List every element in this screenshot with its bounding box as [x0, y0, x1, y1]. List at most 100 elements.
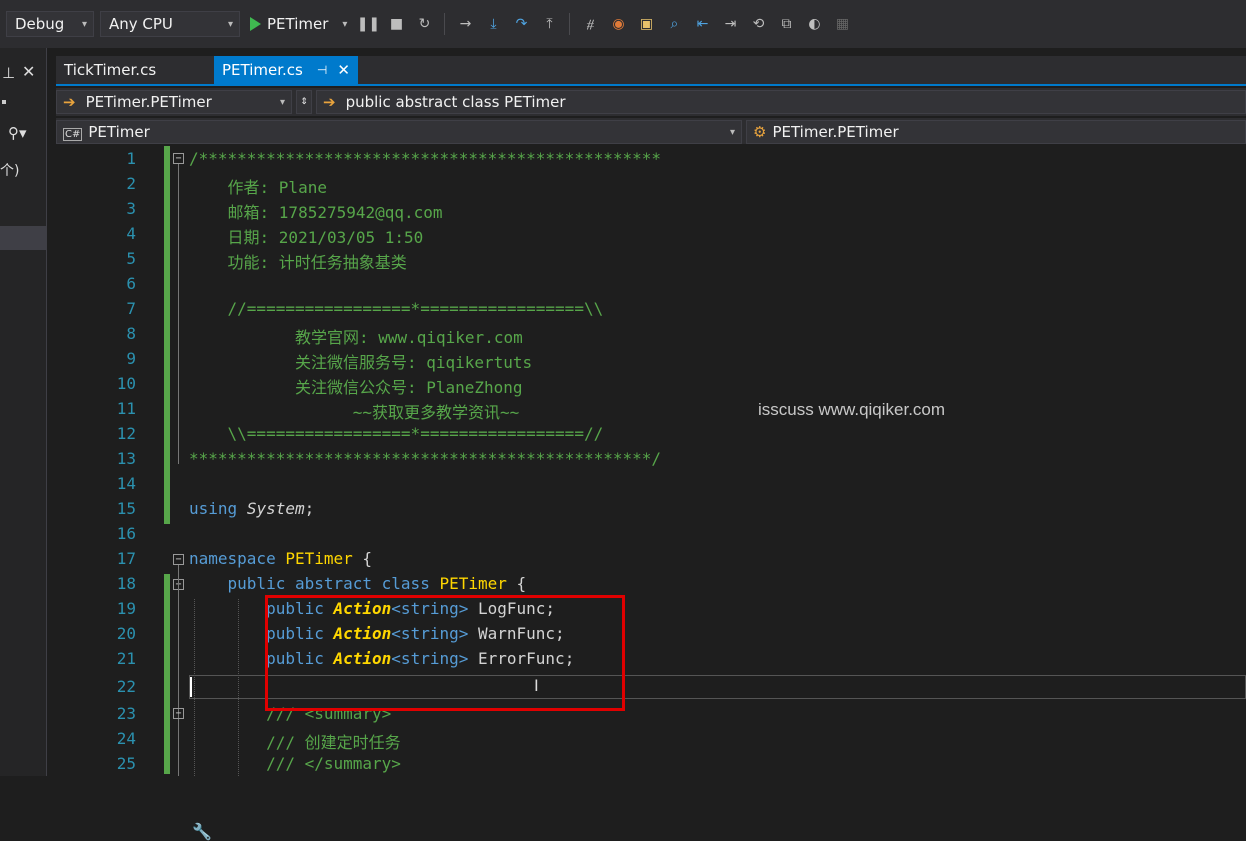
- toggle-icon[interactable]: ◐: [803, 11, 825, 37]
- chevron-down-icon: ▾: [279, 96, 285, 108]
- find-icon[interactable]: ⌕: [663, 11, 685, 37]
- quick-actions-icon[interactable]: 🔧: [192, 822, 212, 841]
- line-number: 23: [116, 704, 136, 723]
- line-number: 5: [126, 249, 136, 268]
- code-line: 教学官网: www.qiqiker.com: [189, 328, 523, 347]
- line-number: 14: [116, 474, 136, 493]
- code-line: using System;: [189, 499, 314, 518]
- code-line: ~~获取更多教学资讯~~: [189, 403, 520, 422]
- close-icon[interactable]: ✕: [337, 61, 350, 79]
- tab-label: PETimer.cs: [222, 61, 303, 79]
- code-editor[interactable]: 1 2 3 4 5 6 7 8 9 10 11 12 13 14 15 16 1…: [56, 146, 1246, 841]
- punctuation: ;: [304, 499, 315, 518]
- doc-comment: /// 创建定时任务: [266, 733, 401, 752]
- keyword: namespace: [189, 549, 276, 568]
- navigate-back-icon[interactable]: ⇤: [691, 11, 713, 37]
- project-label: PETimer.PETimer: [85, 93, 212, 111]
- chevron-down-icon[interactable]: ▾: [342, 19, 347, 30]
- change-marker: [164, 146, 170, 524]
- line-number: 15: [116, 499, 136, 518]
- line-number: 1: [126, 149, 136, 168]
- file-scope-label: PETimer: [88, 123, 150, 141]
- line-number: 6: [126, 274, 136, 293]
- identifier: PETimer: [439, 574, 507, 593]
- line-number: 8: [126, 324, 136, 343]
- punctuation: {: [506, 574, 527, 593]
- code-line: 作者: Plane: [189, 178, 327, 197]
- disabled-tool-icon: ▦: [835, 16, 850, 32]
- step-into-icon[interactable]: ⤓: [482, 11, 504, 37]
- code-line: namespace PETimer {: [189, 549, 372, 568]
- collapse-icon[interactable]: −: [173, 554, 184, 565]
- comment-icon[interactable]: ▣: [635, 11, 657, 37]
- search-icon[interactable]: ⚲▾: [8, 124, 27, 142]
- code-line: public abstract class PETimer {: [189, 574, 527, 593]
- pause-icon[interactable]: ❚❚: [357, 11, 380, 37]
- line-number: 21: [116, 649, 136, 668]
- play-icon: [250, 17, 261, 31]
- type-scope-dropdown[interactable]: ⚙ PETimer.PETimer: [746, 120, 1246, 144]
- panel-text: 个): [0, 163, 20, 179]
- arrow-icon: ➔: [63, 93, 76, 111]
- split-scroll-button[interactable]: ⇕: [296, 90, 312, 114]
- line-number: 11: [116, 399, 136, 418]
- line-number: 9: [126, 349, 136, 368]
- line-number: 2: [126, 174, 136, 193]
- configuration-dropdown[interactable]: Debug ▾: [6, 11, 94, 37]
- keyword: using: [189, 499, 238, 518]
- line-number: 7: [126, 299, 136, 318]
- tab-ticktimer[interactable]: TickTimer.cs: [56, 56, 212, 84]
- undo-icon[interactable]: ⟲: [747, 11, 769, 37]
- code-line: 关注微信公众号: PlaneZhong: [189, 378, 523, 397]
- watermark: isscuss www.qiqiker.com: [758, 400, 946, 419]
- selected-panel-item[interactable]: [0, 226, 46, 250]
- platform-dropdown[interactable]: Any CPU ▾: [100, 11, 240, 37]
- line-number: 22: [116, 677, 136, 696]
- pin-icon[interactable]: ⊥: [2, 64, 15, 82]
- line-number: 13: [116, 449, 136, 468]
- tab-label: TickTimer.cs: [64, 61, 157, 79]
- member-label: public abstract class PETimer: [345, 93, 566, 111]
- start-debugging-button[interactable]: PETimer ▾: [246, 15, 351, 33]
- file-scope-dropdown[interactable]: C# PETimer ▾: [56, 120, 742, 144]
- pin-icon[interactable]: ⊣: [317, 63, 327, 77]
- copy-icon[interactable]: ⧉: [775, 11, 797, 37]
- configuration-value: Debug: [15, 15, 65, 33]
- change-marker: [164, 574, 170, 774]
- doc-comment: /// </summary>: [266, 754, 401, 773]
- show-next-statement-icon[interactable]: →: [454, 11, 476, 37]
- diagnostic-icon[interactable]: ◉: [607, 11, 629, 37]
- code-line: //=================*=================\\: [189, 299, 604, 318]
- step-out-icon[interactable]: ⤒: [538, 11, 560, 37]
- step-over-icon[interactable]: ↷: [510, 11, 532, 37]
- identifier: PETimer: [285, 549, 353, 568]
- identifier: System: [246, 499, 305, 518]
- collapse-icon[interactable]: −: [173, 708, 184, 719]
- arrow-icon: ➔: [323, 93, 336, 111]
- code-line: 日期: 2021/03/05 1:50: [189, 228, 424, 247]
- stop-icon[interactable]: ■: [385, 11, 407, 37]
- toolbar-separator: [569, 13, 571, 35]
- line-number: 20: [116, 624, 136, 643]
- hex-display-icon[interactable]: ⧣: [579, 11, 601, 37]
- left-tool-panel: ⊥ ✕ ⚲▾ 个): [0, 48, 47, 776]
- navigation-bar: ➔ PETimer.PETimer ▾ ⇕ ➔ public abstract c…: [56, 88, 1246, 116]
- restart-icon[interactable]: ↻: [413, 11, 435, 37]
- line-number: 10: [116, 374, 136, 393]
- navigate-forward-icon[interactable]: ⇥: [719, 11, 741, 37]
- member-dropdown[interactable]: ➔ public abstract class PETimer: [316, 90, 1246, 114]
- code-line: 邮箱: 1785275942@qq.com: [189, 203, 443, 222]
- platform-value: Any CPU: [109, 15, 173, 33]
- fold-guide: [178, 164, 179, 464]
- panel-marker: [2, 100, 6, 104]
- punctuation: {: [352, 549, 373, 568]
- chevron-down-icon: ▾: [729, 126, 735, 138]
- close-icon[interactable]: ✕: [22, 62, 35, 81]
- code-line: ****************************************…: [189, 449, 662, 468]
- keyword: public abstract class: [227, 574, 430, 593]
- code-line: /***************************************…: [189, 149, 662, 168]
- collapse-icon[interactable]: −: [173, 153, 184, 164]
- tab-petimer[interactable]: PETimer.cs ⊣ ✕: [214, 56, 358, 84]
- csharp-file-icon: C#: [63, 128, 83, 141]
- project-dropdown[interactable]: ➔ PETimer.PETimer ▾: [56, 90, 292, 114]
